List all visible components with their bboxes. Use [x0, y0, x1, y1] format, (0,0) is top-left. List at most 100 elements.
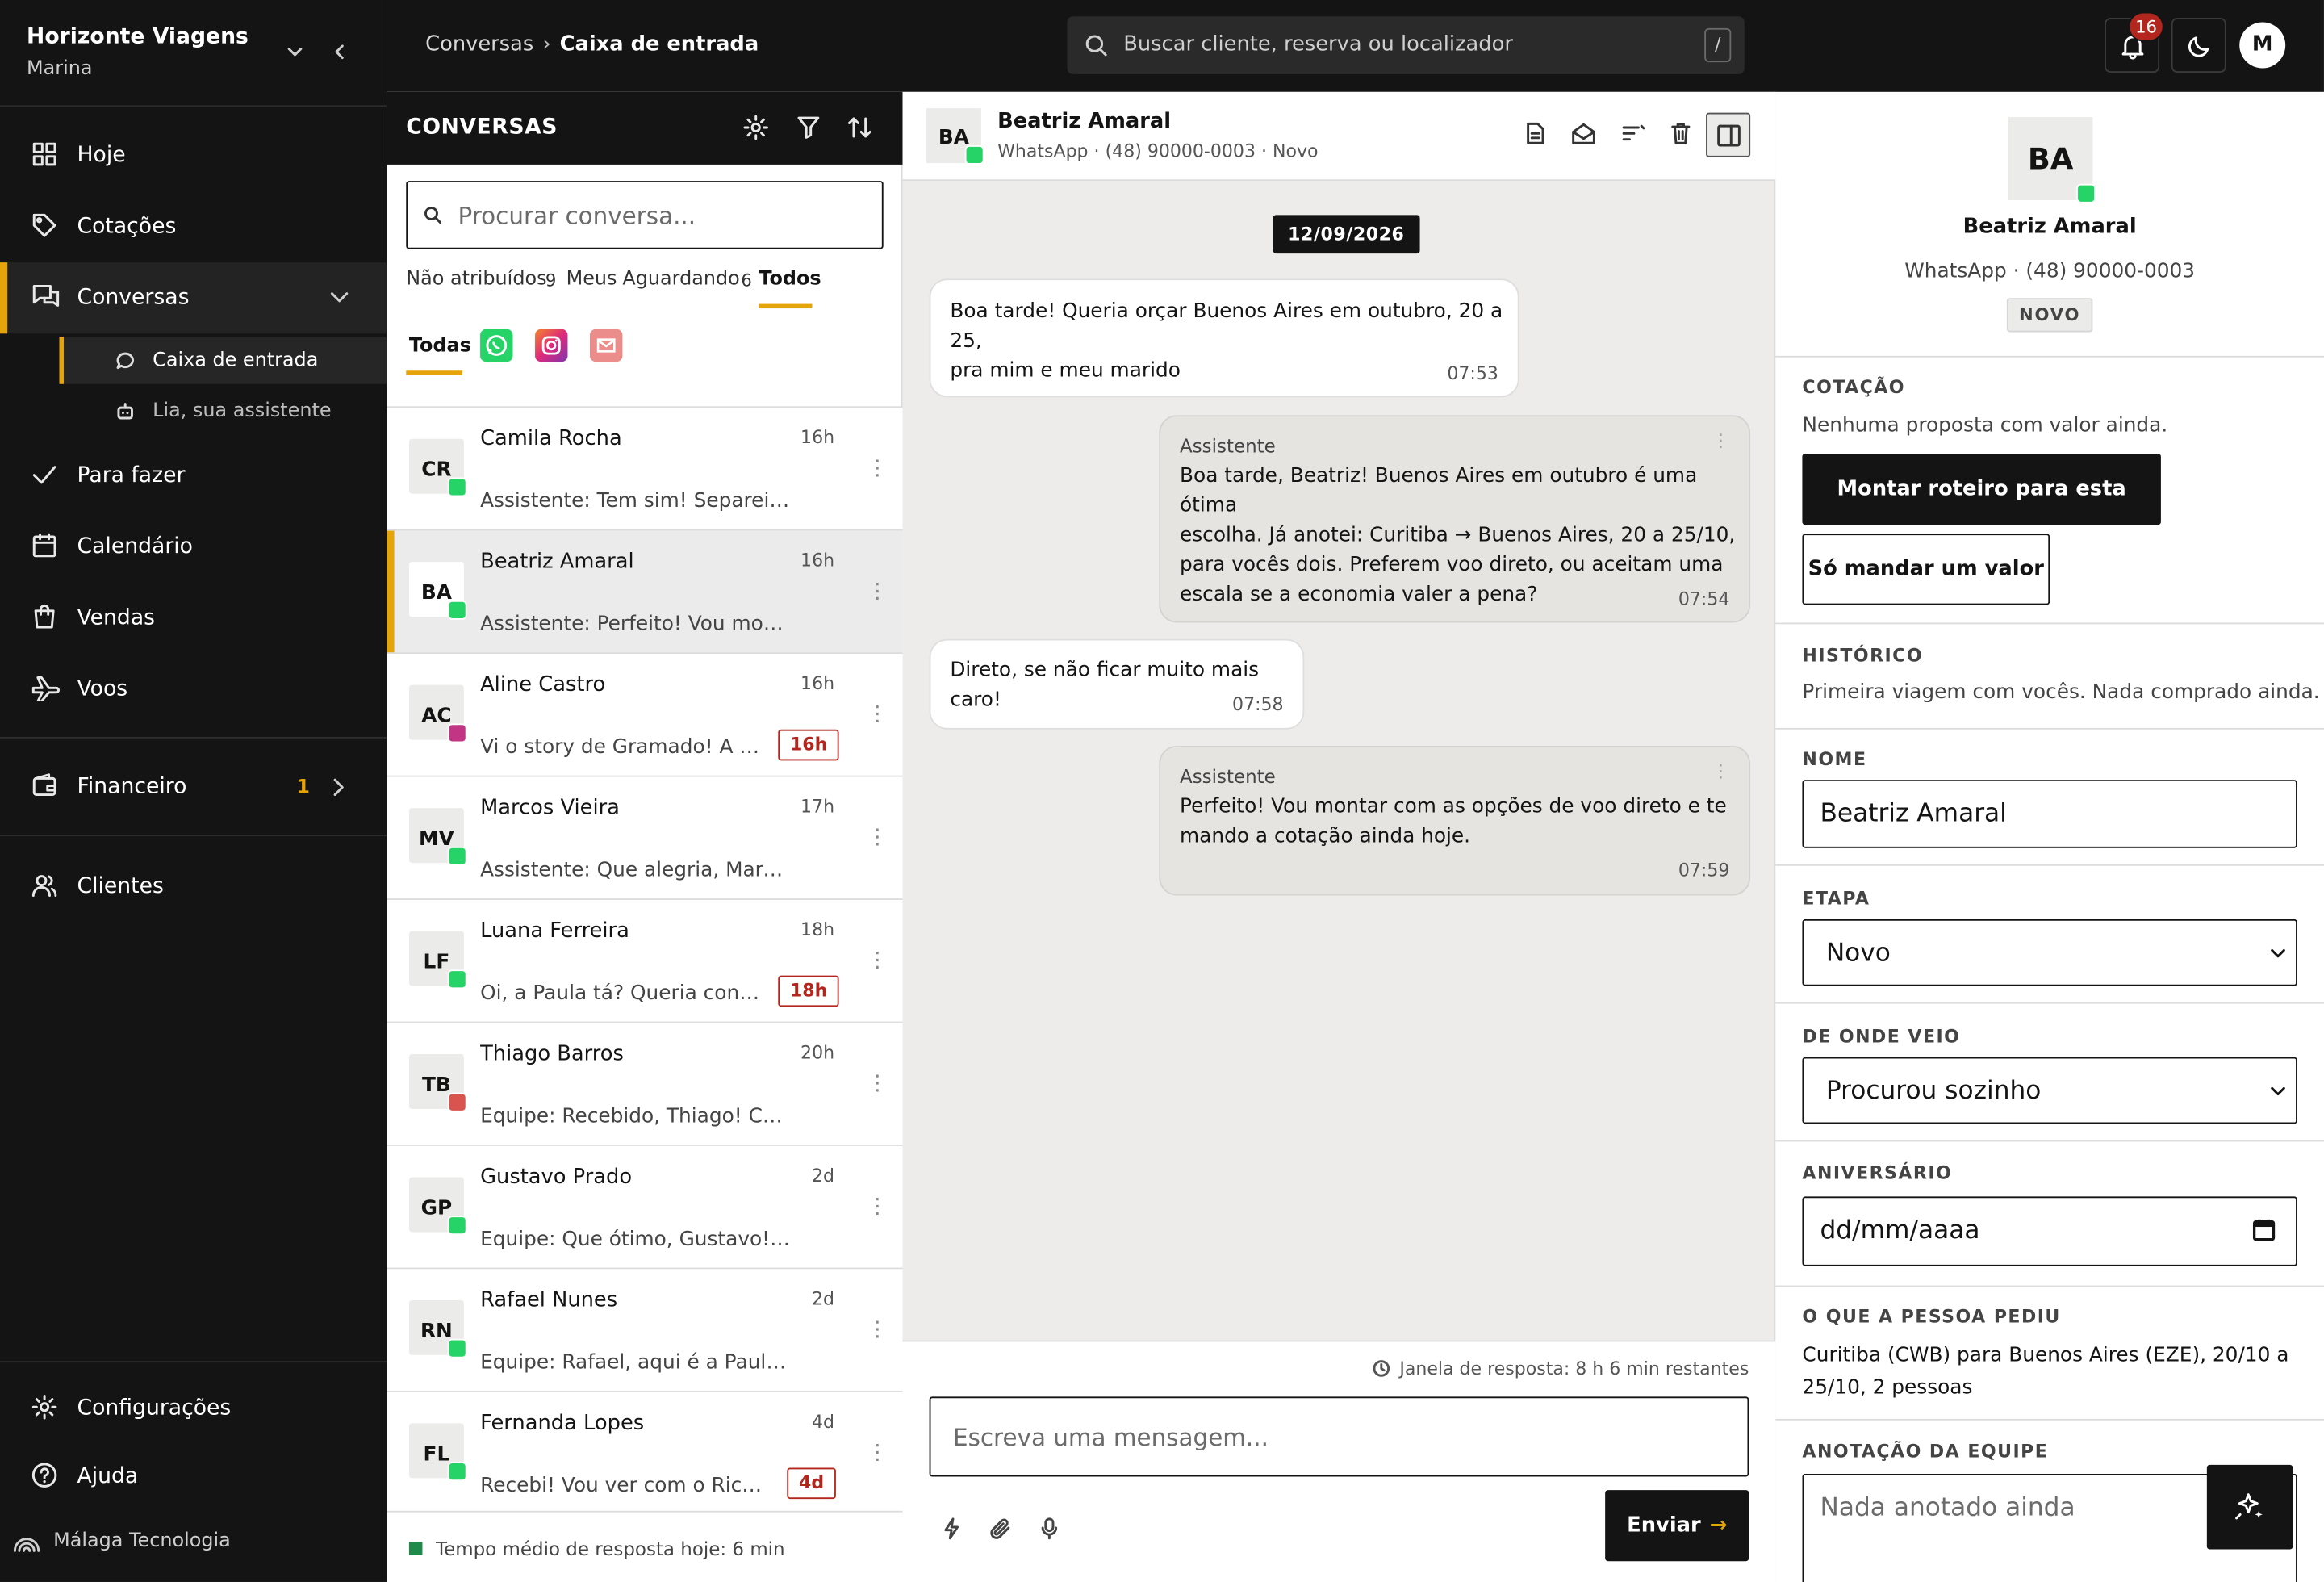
more-horizontal-icon[interactable]: ⋮	[1712, 756, 1729, 786]
more-vertical-icon[interactable]: ⋮	[867, 580, 888, 603]
conversation-search-placeholder: Procurar conversa...	[458, 201, 696, 230]
sidebar-item-financeiro[interactable]: Financeiro 1	[0, 751, 387, 822]
breadcrumb-parent-link[interactable]: Conversas	[425, 32, 533, 56]
stage-select-value: Novo	[1825, 938, 1891, 969]
whatsapp-icon[interactable]	[480, 329, 513, 362]
sidebar-item-label: Para fazer	[77, 463, 186, 488]
source-select[interactable]: Procurou sozinho	[1802, 1057, 2297, 1124]
sidebar-item-label: Clientes	[77, 874, 164, 899]
grid-icon	[31, 141, 58, 168]
sidebar-item-vendas[interactable]: Vendas	[0, 583, 387, 654]
birthday-date-input[interactable]: dd/mm/aaaa	[1802, 1196, 2297, 1266]
toggle-details-panel-button[interactable]	[1706, 112, 1751, 157]
conversation-row[interactable]: MV Marcos Vieira 17h Assistente: Que ale…	[387, 776, 903, 900]
contact-name: Rafael Nunes	[480, 1288, 618, 1312]
more-vertical-icon[interactable]: ⋮	[867, 1318, 888, 1341]
more-horizontal-icon[interactable]: ⋮	[1712, 425, 1729, 455]
conversation-row[interactable]: TB Thiago Barros 20h Equipe: Recebido, T…	[387, 1023, 903, 1146]
financeiro-count-badge: 1	[296, 776, 310, 799]
arrow-right-icon: →	[1709, 1513, 1728, 1538]
sidebar-item-clientes[interactable]: Clientes	[0, 851, 387, 922]
global-search-input[interactable]: Buscar cliente, reserva ou localizador /	[1067, 16, 1745, 74]
filter-icon[interactable]	[796, 114, 821, 139]
attachment-icon[interactable]	[989, 1517, 1012, 1540]
document-icon[interactable]	[1525, 122, 1546, 145]
settings-gear-icon[interactable]	[742, 114, 769, 140]
more-vertical-icon[interactable]: ⋮	[867, 1441, 888, 1464]
sidebar-item-para-fazer[interactable]: Para fazer	[0, 441, 387, 512]
chat-bubbles-icon	[31, 283, 61, 310]
chevron-right-icon[interactable]	[329, 777, 347, 798]
ai-assistant-button[interactable]	[2206, 1464, 2293, 1550]
build-itinerary-button[interactable]: Montar roteiro para esta pessoa	[1802, 454, 2161, 572]
user-avatar[interactable]: M	[2239, 22, 2286, 69]
chat-panel: BA Beatriz Amaral WhatsApp · (48) 90000-…	[902, 91, 1776, 1582]
more-vertical-icon[interactable]: ⋮	[867, 949, 888, 973]
sla-overdue-badge: 18h	[778, 975, 840, 1007]
more-vertical-icon[interactable]: ⋮	[867, 1072, 888, 1095]
conversation-row[interactable]: GP Gustavo Prado 2d Equipe: Que ótimo, G…	[387, 1145, 903, 1270]
filter-tab-nao-atribuidos[interactable]: Não atribuídos	[406, 268, 546, 291]
workspace-switcher[interactable]: Horizonte Viagens Marina	[0, 0, 387, 107]
sidebar-item-voos[interactable]: Voos	[0, 654, 387, 725]
conversation-row[interactable]: AC Aline Castro 16h Vi o story de Gramad…	[387, 654, 903, 777]
sidebar-item-ajuda[interactable]: Ajuda	[0, 1441, 387, 1512]
send-price-only-button[interactable]: Só mandar um valor	[1802, 534, 2050, 605]
stage-select[interactable]: Novo	[1802, 919, 2297, 986]
user-name: Marina	[27, 57, 93, 81]
message-time: 07:59	[1678, 860, 1730, 881]
active-tab-indicator	[759, 303, 813, 309]
channel-tab-todas[interactable]: Todas	[409, 335, 471, 358]
collapse-sidebar-icon[interactable]	[331, 43, 349, 61]
send-button[interactable]: Enviar →	[1605, 1490, 1749, 1562]
sidebar-item-conversas[interactable]: Conversas	[0, 262, 387, 334]
name-field[interactable]: Beatriz Amaral	[1802, 780, 2297, 848]
contact-name: Marcos Vieira	[480, 796, 620, 820]
send-button-label: Enviar	[1627, 1513, 1701, 1538]
sidebar-item-hoje[interactable]: Hoje	[0, 120, 387, 191]
more-vertical-icon[interactable]: ⋮	[867, 457, 888, 480]
conversation-row[interactable]: RN Rafael Nunes 2d Equipe: Rafael, aqui …	[387, 1269, 903, 1392]
trash-icon[interactable]	[1670, 122, 1691, 145]
sidebar-item-cotacoes[interactable]: Cotações	[0, 191, 387, 262]
sidebar-subitem-lia-assistente[interactable]: Lia, sua assistente	[59, 387, 387, 434]
conversation-row[interactable]: LF Luana Ferreira 18h Oi, a Paula tá? Qu…	[387, 899, 903, 1023]
microphone-icon[interactable]	[1039, 1517, 1060, 1540]
conversation-row[interactable]: FL Fernanda Lopes 4d Recebi! Vou ver com…	[387, 1392, 903, 1516]
conversation-search-input[interactable]: Procurar conversa...	[406, 181, 884, 249]
contact-name: Camila Rocha	[480, 427, 622, 451]
filter-tab-todos[interactable]: Todos	[759, 268, 821, 291]
signal-icon	[12, 1531, 42, 1552]
email-icon[interactable]	[590, 329, 623, 362]
filter-tab-meus[interactable]: Meus	[566, 268, 617, 291]
calendar-icon[interactable]	[2251, 1217, 2276, 1242]
message-line: escolha. Já anotei: Curitiba → Buenos Ai…	[1180, 523, 1736, 547]
team-note-label: ANOTAÇÃO DA EQUIPE	[1802, 1441, 2049, 1463]
filter-tab-aguardando[interactable]: Aguardando	[622, 268, 739, 291]
chevron-down-icon[interactable]	[286, 43, 303, 61]
vendor-footer: Málaga Tecnologia	[12, 1530, 231, 1552]
dark-mode-toggle[interactable]	[2171, 18, 2226, 73]
message-bubble-outgoing: Assistente ⋮ Boa tarde, Beatriz! Buenos …	[1159, 415, 1751, 623]
sort-icon[interactable]	[846, 114, 873, 140]
conversation-row[interactable]: BA Beatriz Amaral 16h Assistente: Perfei…	[387, 530, 903, 655]
users-icon	[31, 872, 58, 898]
sort-lines-icon[interactable]	[1621, 122, 1645, 145]
lightning-icon[interactable]	[941, 1517, 962, 1540]
message-composer: Janela de resposta: 8 h 6 min restantes …	[902, 1340, 1776, 1582]
chevron-down-icon[interactable]	[329, 289, 350, 307]
sidebar-item-calendario[interactable]: Calendário	[0, 512, 387, 583]
sidebar-item-configuracoes[interactable]: Configurações	[0, 1373, 387, 1444]
whatsapp-icon	[447, 846, 467, 866]
whatsapp-icon	[447, 477, 467, 497]
instagram-icon[interactable]	[535, 329, 568, 362]
more-vertical-icon[interactable]: ⋮	[867, 826, 888, 849]
more-vertical-icon[interactable]: ⋮	[867, 703, 888, 726]
mark-unread-icon[interactable]	[1571, 122, 1596, 145]
quote-status-text: Nenhuma proposta com valor ainda.	[1802, 413, 2168, 437]
conversation-row[interactable]: CR Camila Rocha 16h Assistente: Tem sim!…	[387, 408, 903, 531]
sidebar-subitem-caixa-de-entrada[interactable]: Caixa de entrada	[59, 336, 387, 384]
more-vertical-icon[interactable]: ⋮	[867, 1195, 888, 1219]
conversation-time: 20h	[800, 1042, 835, 1064]
message-input[interactable]: Escreva uma mensagem...	[929, 1396, 1749, 1477]
